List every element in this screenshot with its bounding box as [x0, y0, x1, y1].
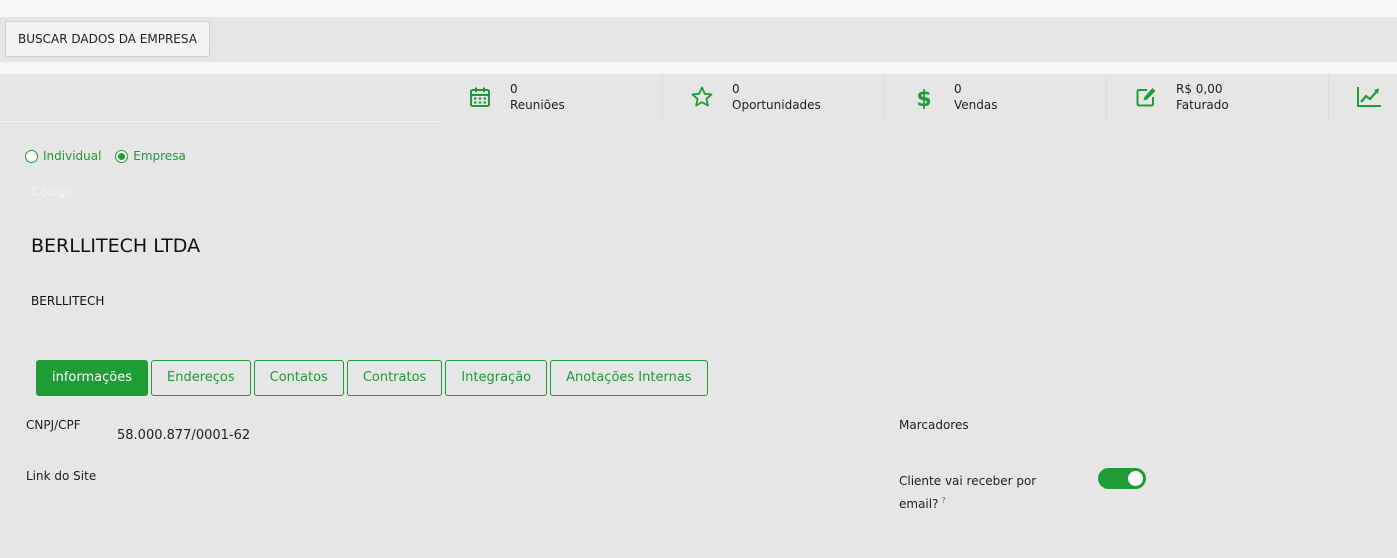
- stat-billed[interactable]: R$ 0,00 Faturado: [1106, 74, 1329, 122]
- svg-text:$: $: [916, 87, 931, 109]
- radio-empresa-circle[interactable]: [115, 149, 129, 163]
- stat-sales-value: 0: [954, 82, 962, 96]
- stats-bar: 0 Reuniões 0 Oportunidades $ 0 Vendas R$…: [0, 74, 1397, 122]
- email-receive-label-line2: email?: [899, 497, 939, 511]
- stat-meetings-value: 0: [510, 82, 518, 96]
- person-type-radio-group: Individual Empresa: [25, 149, 196, 166]
- stat-meetings[interactable]: 0 Reuniões: [440, 74, 663, 122]
- stat-meetings-label: Reuniões: [510, 98, 565, 112]
- cnpj-label: CNPJ/CPF: [26, 418, 81, 432]
- trade-name-field[interactable]: BERLLITECH: [31, 294, 104, 308]
- codigo-field[interactable]: Código: [31, 185, 73, 199]
- fetch-company-data-button[interactable]: BUSCAR DADOS DA EMPRESA: [5, 21, 210, 57]
- tab-contatos[interactable]: Contatos: [253, 360, 344, 396]
- stat-trend[interactable]: [1328, 74, 1397, 122]
- dollar-icon: $: [916, 87, 931, 109]
- cnpj-value[interactable]: 58.000.877/0001-62: [117, 428, 250, 443]
- stat-billed-value: R$ 0,00: [1176, 82, 1223, 96]
- help-icon[interactable]: ?: [941, 496, 945, 505]
- tab-informacoes[interactable]: informações: [36, 360, 148, 396]
- site-link-label: Link do Site: [26, 469, 97, 483]
- stat-opportunities[interactable]: 0 Oportunidades: [662, 74, 885, 122]
- stats-divider: [0, 121, 440, 122]
- tab-bar: informações Endereços Contatos Contratos…: [36, 360, 711, 396]
- toolbar-separator: [0, 62, 1397, 74]
- radio-individual-circle[interactable]: [25, 149, 38, 163]
- radio-empresa-label: Empresa: [133, 149, 186, 163]
- edit-icon: [1136, 88, 1156, 107]
- stat-billed-label: Faturado: [1176, 98, 1229, 112]
- tab-enderecos[interactable]: Endereços: [151, 360, 251, 396]
- trend-chart-icon: [1357, 87, 1381, 107]
- stat-opportunities-label: Oportunidades: [732, 98, 821, 112]
- tab-anotacoes-internas[interactable]: Anotações Internas: [550, 360, 708, 396]
- stat-sales[interactable]: $ 0 Vendas: [884, 74, 1107, 122]
- toggle-knob: [1128, 471, 1143, 486]
- toolbar: BUSCAR DADOS DA EMPRESA: [0, 17, 1397, 62]
- email-receive-toggle[interactable]: [1098, 468, 1146, 489]
- email-receive-label-line1: Cliente vai receber por: [899, 474, 1037, 488]
- calendar-icon: [470, 87, 490, 107]
- radio-individual[interactable]: Individual: [25, 149, 101, 163]
- tab-contratos[interactable]: Contratos: [346, 360, 443, 396]
- tab-integracao[interactable]: Integração: [445, 360, 548, 396]
- star-icon: [691, 86, 713, 107]
- company-name-field[interactable]: BERLLITECH LTDA: [31, 235, 200, 257]
- stat-sales-label: Vendas: [954, 98, 998, 112]
- stat-opportunities-value: 0: [732, 82, 740, 96]
- radio-individual-label: Individual: [43, 149, 102, 163]
- top-strip: [0, 0, 1397, 17]
- email-receive-label: Cliente vai receber por email??: [899, 471, 1036, 514]
- marcadores-label: Marcadores: [899, 418, 969, 432]
- radio-empresa[interactable]: Empresa: [115, 149, 186, 163]
